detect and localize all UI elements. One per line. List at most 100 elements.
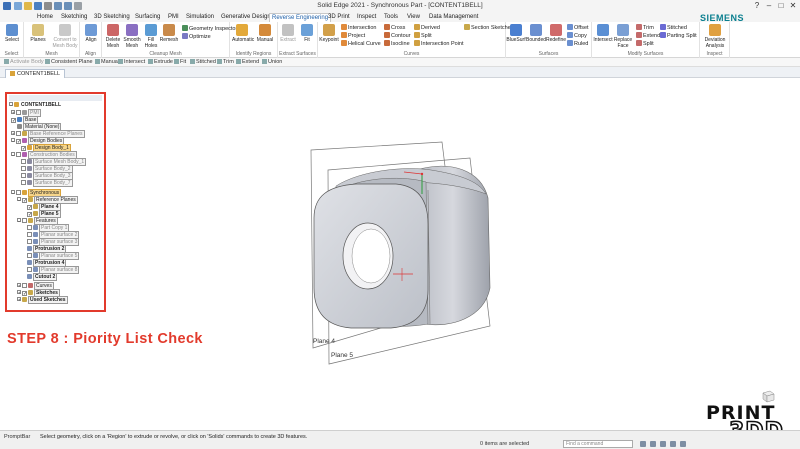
remesh-button[interactable]: Remesh (159, 24, 179, 43)
collapse-icon[interactable]: – (11, 190, 15, 195)
manual-command[interactable]: Manual (95, 59, 119, 66)
extract-button[interactable]: Extract (278, 24, 298, 43)
visibility-checkbox[interactable] (21, 146, 26, 151)
visibility-checkbox[interactable] (16, 139, 21, 144)
union-command[interactable]: Union (262, 59, 282, 66)
keypoint-button[interactable]: Keypoint (319, 24, 339, 43)
intersect-command[interactable]: Intersect (118, 59, 145, 66)
deviation-analysis-button[interactable]: Deviation Analysis (703, 24, 727, 49)
visibility-checkbox[interactable] (16, 131, 21, 136)
visibility-checkbox[interactable] (11, 118, 16, 123)
offset-button[interactable]: Offset (567, 24, 589, 31)
collapse-icon[interactable]: – (17, 197, 21, 202)
help-button[interactable]: ? (752, 1, 762, 11)
geometry-inspector-button[interactable]: Geometry Inspector (182, 25, 237, 32)
tab-3d-sketching[interactable]: 3D Sketching (92, 13, 132, 22)
rotate-icon[interactable] (680, 441, 686, 447)
tab-3d-print[interactable]: 3D Print (326, 13, 352, 22)
project-button[interactable]: Project (341, 32, 365, 39)
collapse-icon[interactable]: – (9, 102, 13, 107)
visibility-checkbox[interactable] (22, 218, 27, 223)
parting-split-button[interactable]: Parting Split (660, 32, 697, 39)
extend-button[interactable]: Extend (636, 32, 660, 39)
planes-button[interactable]: Planes (28, 24, 48, 43)
trim-command[interactable]: Trim (217, 59, 234, 66)
fit-view-icon[interactable] (660, 441, 666, 447)
close-button[interactable]: ✕ (788, 1, 798, 11)
document-tab[interactable]: CONTENT1BELL (5, 69, 66, 78)
split-surface-button[interactable]: Split (636, 40, 654, 47)
visibility-checkbox[interactable] (27, 239, 32, 244)
fill-holes-button[interactable]: Fill Holes (141, 24, 161, 49)
activate-body-command[interactable]: Activate Body (4, 59, 44, 66)
extend-command[interactable]: Extend (236, 59, 259, 66)
tree-node[interactable]: Cutout 2 (27, 273, 58, 281)
derived-button[interactable]: Derived (414, 24, 440, 31)
visibility-checkbox[interactable] (21, 180, 26, 185)
ruled-button[interactable]: Ruled (567, 40, 588, 47)
tab-home[interactable]: Home (35, 13, 55, 22)
visibility-checkbox[interactable] (27, 267, 32, 272)
contour-button[interactable]: Contour (384, 32, 411, 39)
visibility-checkbox[interactable] (21, 173, 26, 178)
isocline-button[interactable]: Isocline (384, 40, 410, 47)
align-button[interactable]: Align (81, 24, 101, 43)
stitched-button[interactable]: Stitched (660, 24, 687, 31)
convert-to-mesh-button[interactable]: Convert to Mesh Body (52, 24, 78, 49)
tab-surfacing[interactable]: Surfacing (133, 13, 162, 22)
minimize-button[interactable]: – (764, 1, 774, 11)
stitched-command[interactable]: Stitched (190, 59, 216, 66)
tab-reverse-engineering[interactable]: Reverse Engineering (269, 13, 332, 22)
cross-button[interactable]: Cross (384, 24, 405, 31)
visibility-checkbox[interactable] (16, 190, 21, 195)
graphics-viewport[interactable]: Plane 4 Plane 5 (106, 78, 800, 430)
tab-pmi[interactable]: PMI (166, 13, 181, 22)
tab-generative-design[interactable]: Generative Design (219, 13, 273, 22)
tab-data-management[interactable]: Data Management (427, 13, 480, 22)
tree-node[interactable]: Surface Body_7 (21, 179, 73, 187)
delete-mesh-button[interactable]: Delete Mesh (103, 24, 123, 49)
replace-face-button[interactable]: Replace Face (613, 24, 633, 49)
collapse-icon[interactable]: – (11, 152, 15, 157)
visibility-checkbox[interactable] (16, 152, 21, 157)
bounded-button[interactable]: Bounded (526, 24, 546, 43)
pan-icon[interactable] (670, 441, 676, 447)
split-curve-button[interactable]: Split (414, 32, 432, 39)
visibility-checkbox[interactable] (27, 232, 32, 237)
intersection-point-button[interactable]: Intersection Point (414, 40, 464, 47)
trim-button[interactable]: Trim (636, 24, 654, 31)
tree-node[interactable]: – CONTENT1BELL (9, 102, 62, 109)
visibility-checkbox[interactable] (27, 225, 32, 230)
maximize-button[interactable]: □ (776, 1, 786, 11)
search-icon[interactable] (640, 441, 646, 447)
tab-view[interactable]: View (405, 13, 422, 22)
extrude-command[interactable]: Extrude (148, 59, 173, 66)
collapse-icon[interactable]: – (17, 218, 21, 223)
expand-icon[interactable]: + (17, 297, 21, 302)
visibility-checkbox[interactable] (27, 253, 32, 258)
visibility-checkbox[interactable] (22, 283, 27, 288)
expand-icon[interactable]: + (17, 290, 21, 295)
copy-button[interactable]: Copy (567, 32, 587, 39)
tab-tools[interactable]: Tools (382, 13, 400, 22)
bluesurf-button[interactable]: BlueSurf (506, 24, 526, 43)
visibility-checkbox[interactable] (16, 110, 21, 115)
helical-curve-button[interactable]: Helical Curve (341, 40, 381, 47)
intersection-button[interactable]: Intersection (341, 24, 376, 31)
visibility-checkbox[interactable] (21, 159, 26, 164)
tab-sketching[interactable]: Sketching (59, 13, 89, 22)
expand-icon[interactable]: + (11, 110, 15, 115)
find-command-input[interactable]: Find a command (563, 440, 633, 448)
collapse-icon[interactable]: – (11, 138, 15, 143)
expand-icon[interactable]: + (17, 283, 21, 288)
optimize-button[interactable]: Optimize (182, 33, 211, 40)
intersect-button[interactable]: Intersect (593, 24, 613, 43)
redefine-button[interactable]: Redefine (546, 24, 566, 43)
visibility-checkbox[interactable] (22, 198, 27, 203)
tab-simulation[interactable]: Simulation (184, 13, 216, 22)
expand-icon[interactable]: + (11, 131, 15, 136)
manual-button[interactable]: Manual (255, 24, 275, 43)
automatic-button[interactable]: Automatic (232, 24, 254, 43)
tree-node[interactable]: + Used Sketches (17, 296, 68, 304)
consistent-plane-command[interactable]: Consistent Plane (45, 59, 93, 66)
